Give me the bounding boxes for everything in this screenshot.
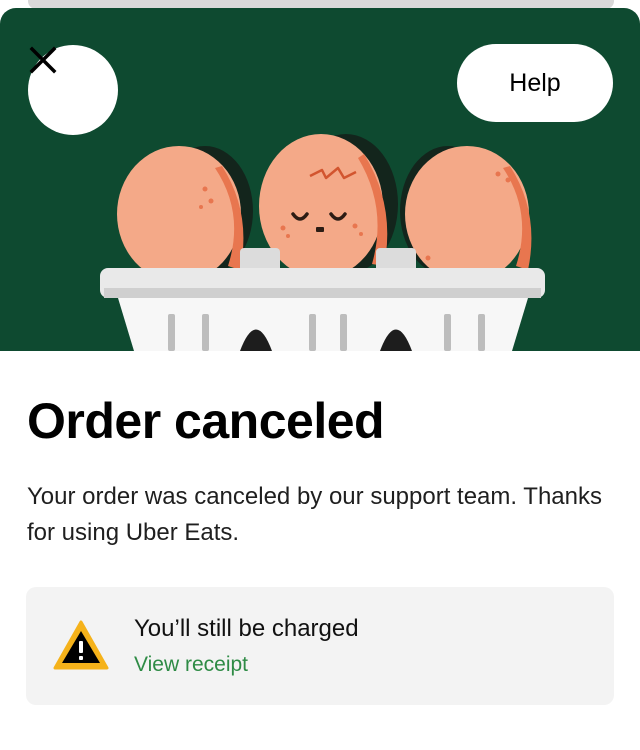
close-icon [29,46,57,74]
warning-icon [53,620,109,670]
hero-banner: Help [0,8,640,351]
help-button[interactable]: Help [457,44,613,122]
cancellation-message: Your order was canceled by our support t… [27,483,602,546]
page-title: Order canceled [27,393,385,449]
charge-notice-text: You’ll still be charged [134,615,359,642]
view-receipt-link[interactable]: View receipt [134,653,248,677]
close-button[interactable] [28,45,118,135]
charge-notice-card: You’ll still be charged View receipt [26,587,614,705]
egg-right [405,146,532,282]
